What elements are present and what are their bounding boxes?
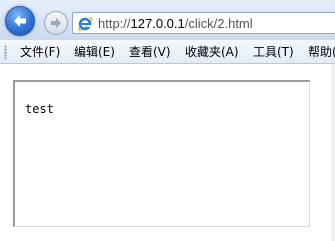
frame-text: test bbox=[25, 102, 54, 116]
menu-tools[interactable]: 工具(T) bbox=[253, 44, 294, 60]
scrollbar-edge[interactable] bbox=[331, 64, 335, 241]
navigation-bar: http://127.0.0.1/click/2.html bbox=[0, 0, 335, 40]
url-text[interactable]: http://127.0.0.1/click/2.html bbox=[98, 15, 253, 32]
menu-bar: 文件(F) 编辑(E) 查看(V) 收藏夹(A) 工具(T) 帮助(H) bbox=[0, 40, 335, 64]
content-frame: test bbox=[13, 80, 310, 227]
forward-arrow-icon bbox=[51, 18, 61, 28]
menu-favorites[interactable]: 收藏夹(A) bbox=[185, 44, 239, 60]
ie-logo-icon bbox=[78, 17, 93, 31]
menu-help[interactable]: 帮助(H) bbox=[308, 44, 335, 60]
menu-file[interactable]: 文件(F) bbox=[20, 44, 60, 60]
page-content: test bbox=[0, 64, 335, 241]
url-host: 127.0.0.1 bbox=[130, 16, 185, 31]
address-bar[interactable]: http://127.0.0.1/click/2.html bbox=[72, 12, 335, 34]
toolbar-grip[interactable] bbox=[4, 45, 7, 59]
menu-edit[interactable]: 编辑(E) bbox=[74, 44, 115, 60]
url-path: /click/2.html bbox=[184, 16, 253, 31]
url-scheme: http:// bbox=[98, 16, 131, 31]
back-button[interactable] bbox=[5, 6, 35, 36]
back-arrow-icon bbox=[14, 15, 26, 27]
menu-view[interactable]: 查看(V) bbox=[129, 44, 171, 60]
forward-button[interactable] bbox=[44, 11, 68, 35]
